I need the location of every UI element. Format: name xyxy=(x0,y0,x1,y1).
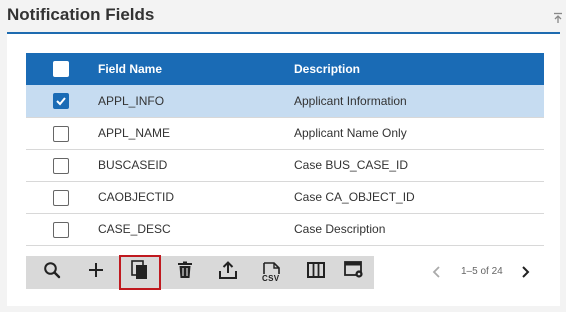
delete-icon xyxy=(177,261,193,284)
row-check-cell xyxy=(26,181,98,214)
copy-icon xyxy=(131,260,149,285)
row-check-cell xyxy=(26,213,98,246)
select-all-checkbox[interactable] xyxy=(53,61,69,77)
add-icon xyxy=(88,262,104,283)
delete-button[interactable] xyxy=(165,256,205,289)
table-row[interactable]: CASE_DESC Case Description xyxy=(26,213,544,246)
copy-button[interactable] xyxy=(119,255,161,290)
csv-icon: CSV xyxy=(261,261,283,284)
description-cell: Applicant Information xyxy=(294,85,544,118)
settings-icon xyxy=(344,261,364,284)
export-button[interactable] xyxy=(208,256,248,289)
page-info: 1–5 of 24 xyxy=(461,266,503,277)
field-name-cell: CASE_DESC xyxy=(98,213,294,246)
column-header-field-name[interactable]: Field Name xyxy=(98,53,294,85)
chevron-right-icon xyxy=(519,266,531,283)
description-cell: Case Description xyxy=(294,213,544,246)
column-header-description[interactable]: Description xyxy=(294,53,544,85)
row-checkbox[interactable] xyxy=(53,221,69,238)
table-toolbar: CSV xyxy=(26,255,374,290)
description-cell: Applicant Name Only xyxy=(294,117,544,150)
table-row[interactable]: CAOBJECTID Case CA_OBJECT_ID xyxy=(26,181,544,214)
table-row[interactable]: APPL_NAME Applicant Name Only xyxy=(26,117,544,150)
field-name-cell: APPL_INFO xyxy=(98,85,294,118)
export-icon xyxy=(219,261,237,284)
columns-button[interactable] xyxy=(296,256,336,289)
table-card: Field Name Description APPL_INFO Applican… xyxy=(7,34,560,306)
table-row[interactable]: BUSCASEID Case BUS_CASE_ID xyxy=(26,149,544,182)
csv-label: CSV xyxy=(262,273,280,283)
table-header-row: Field Name Description xyxy=(26,53,544,85)
settings-button[interactable] xyxy=(334,256,374,289)
description-cell: Case BUS_CASE_ID xyxy=(294,149,544,182)
row-check-cell xyxy=(26,85,98,118)
row-check-cell xyxy=(26,117,98,150)
collapse-icon[interactable] xyxy=(552,11,564,23)
csv-button[interactable]: CSV xyxy=(252,256,292,289)
field-name-cell: CAOBJECTID xyxy=(98,181,294,214)
chevron-left-icon xyxy=(431,266,443,283)
search-button[interactable] xyxy=(32,256,72,289)
field-name-cell: APPL_NAME xyxy=(98,117,294,150)
columns-icon xyxy=(307,262,325,283)
notification-fields-panel: Notification Fields Field Name Descripti… xyxy=(0,0,566,312)
fields-table: Field Name Description APPL_INFO Applican… xyxy=(26,53,544,246)
panel-title: Notification Fields xyxy=(7,5,155,24)
row-checkbox[interactable] xyxy=(53,125,69,142)
field-name-cell: BUSCASEID xyxy=(98,149,294,182)
description-cell: Case CA_OBJECT_ID xyxy=(294,181,544,214)
row-checkbox[interactable] xyxy=(53,157,69,174)
row-checkbox[interactable] xyxy=(53,93,69,109)
header-check-cell xyxy=(26,53,98,85)
row-check-cell xyxy=(26,149,98,182)
search-icon xyxy=(43,261,61,284)
checkmark-icon xyxy=(56,97,66,106)
add-button[interactable] xyxy=(76,256,116,289)
prev-page-button[interactable] xyxy=(431,264,443,280)
table-row[interactable]: APPL_INFO Applicant Information xyxy=(26,85,544,118)
row-checkbox[interactable] xyxy=(53,189,69,206)
next-page-button[interactable] xyxy=(519,264,531,280)
